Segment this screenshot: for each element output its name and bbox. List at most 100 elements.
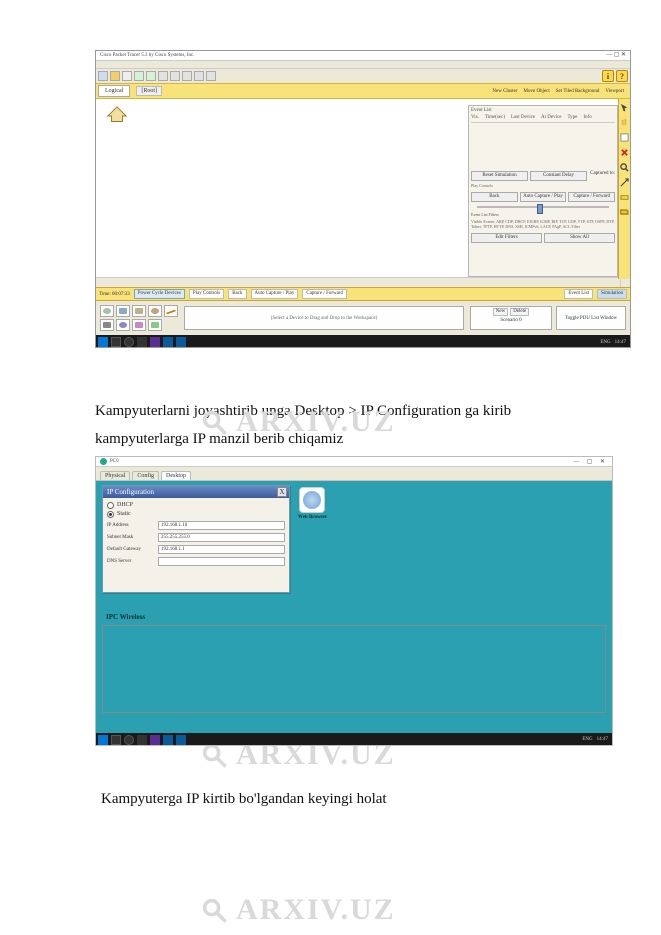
complex-pdu-icon[interactable] [620, 208, 629, 217]
help-button[interactable]: ? [616, 70, 628, 82]
subnet-mask-input[interactable]: 255.255.255.0 [158, 533, 285, 542]
redo-icon[interactable] [182, 71, 192, 81]
capture-forward-button[interactable]: Capture / Forward [568, 192, 615, 202]
tray-time[interactable]: 14:47 [597, 737, 608, 742]
start-button-icon[interactable] [98, 735, 108, 745]
device-list[interactable]: (Select a Device to Drag and Drop to the… [184, 306, 464, 330]
simple-pdu-icon[interactable] [620, 193, 629, 202]
connections-category-icon[interactable] [164, 305, 178, 317]
auto-capture-play-button[interactable]: Auto Capture / Play [520, 192, 567, 202]
navigate-back-icon[interactable] [106, 105, 128, 123]
inspect-tool-icon[interactable] [620, 163, 629, 172]
back-sim-button[interactable]: Back [228, 289, 246, 299]
menubar[interactable] [96, 61, 630, 69]
task-view-icon[interactable] [137, 735, 147, 745]
custom-devices-category-icon[interactable] [132, 319, 146, 331]
new-cluster-button[interactable]: New Cluster [490, 89, 519, 94]
delete-scenario-button[interactable]: Delete [510, 308, 529, 316]
move-object-button[interactable]: Move Object [522, 89, 552, 94]
open-file-icon[interactable] [110, 71, 120, 81]
dhcp-radio[interactable] [107, 502, 114, 509]
root-breadcrumb[interactable]: [Root] [136, 86, 162, 96]
capture-forward-sim-button[interactable]: Capture / Forward [302, 289, 347, 299]
save-file-icon[interactable] [122, 71, 132, 81]
device-palette: (Select a Device to Drag and Drop to the… [96, 301, 630, 335]
new-scenario-button[interactable]: New [493, 308, 508, 316]
edit-filters-button[interactable]: Edit Filters [471, 233, 542, 243]
subnet-mask-label: Subnet Mask [107, 535, 155, 540]
pc-desktop-area: IP Configuration X DHCP Static IP Addres… [96, 481, 612, 733]
end-devices-category-icon[interactable] [100, 319, 114, 331]
app-taskbar-icon[interactable] [150, 735, 160, 745]
edge-taskbar-icon[interactable] [163, 337, 173, 347]
print-icon[interactable] [134, 71, 144, 81]
static-radio[interactable] [107, 511, 114, 518]
play-controls-label: Play Controls [471, 183, 615, 188]
simulation-mode-button[interactable]: Simulation [597, 289, 627, 299]
event-list-title: Event List [471, 108, 615, 113]
new-file-icon[interactable] [98, 71, 108, 81]
ip-config-close-button[interactable]: X [277, 487, 287, 497]
pdu-list-toggle[interactable]: Toggle PDU List Window [556, 306, 626, 330]
tray-lang[interactable]: ENG [582, 737, 592, 742]
reset-simulation-button[interactable]: Reset Simulation [471, 171, 528, 181]
delete-tool-icon[interactable] [620, 148, 629, 157]
tray-time[interactable]: 14:47 [615, 340, 626, 345]
routers-category-icon[interactable] [100, 305, 114, 317]
play-speed-slider[interactable] [477, 206, 609, 208]
wireless-category-icon[interactable] [148, 305, 162, 317]
show-all-button[interactable]: Show All [544, 233, 615, 243]
viewport-button[interactable]: Viewport [603, 89, 626, 94]
watermark-text: ARXIV.UZ [236, 893, 396, 927]
main-toolbar [96, 69, 630, 83]
switches-category-icon[interactable] [116, 305, 130, 317]
back-button[interactable]: Back [471, 192, 518, 202]
constant-delay-checkbox[interactable]: Constant Delay [530, 171, 587, 181]
zoom-out-icon[interactable] [206, 71, 216, 81]
cortana-icon[interactable] [124, 735, 134, 745]
tray-lang[interactable]: ENG [600, 340, 610, 345]
tab-config[interactable]: Config [132, 471, 159, 480]
multiuser-category-icon[interactable] [148, 319, 162, 331]
search-taskbar-icon[interactable] [111, 337, 121, 347]
window-controls[interactable]: — ▢ ✕ [606, 51, 626, 58]
ip-config-window: IP Configuration X DHCP Static IP Addres… [102, 485, 290, 593]
select-tool-icon[interactable] [620, 103, 629, 112]
copy-icon[interactable] [146, 71, 156, 81]
event-list-headers: Vis. Time(sec) Last Device At Device Typ… [471, 115, 615, 123]
explorer-taskbar-icon[interactable] [176, 735, 186, 745]
windows-taskbar: ENG 14:47 [96, 733, 612, 746]
power-cycle-button[interactable]: Power Cycle Devices [134, 289, 185, 299]
dns-server-input[interactable] [158, 557, 285, 566]
body-paragraph-2: Kampyuterga IP kirtib bo'lgandan keyingi… [101, 786, 621, 814]
ipc-wireless-label[interactable]: IPC Wireless [106, 613, 145, 621]
app-taskbar-icon[interactable] [150, 337, 160, 347]
explorer-taskbar-icon[interactable] [176, 337, 186, 347]
note-tool-icon[interactable] [620, 133, 629, 142]
task-view-icon[interactable] [137, 337, 147, 347]
window-controls[interactable]: — ▢ ✕ [573, 458, 608, 465]
cortana-icon[interactable] [124, 337, 134, 347]
web-browser-app[interactable]: Web Browser [298, 487, 327, 520]
resize-tool-icon[interactable] [620, 178, 629, 187]
start-button-icon[interactable] [98, 337, 108, 347]
undo-icon[interactable] [170, 71, 180, 81]
logical-tab[interactable]: Logical [98, 85, 130, 97]
auto-capture-button[interactable]: Auto Capture / Play [251, 289, 299, 299]
hand-tool-icon[interactable] [620, 118, 629, 127]
zoom-in-icon[interactable] [194, 71, 204, 81]
edge-taskbar-icon[interactable] [163, 735, 173, 745]
ip-address-input[interactable]: 192.168.1.10 [158, 521, 285, 530]
tab-desktop[interactable]: Desktop [161, 471, 191, 480]
search-taskbar-icon[interactable] [111, 735, 121, 745]
tab-physical[interactable]: Physical [100, 471, 130, 480]
pc-icon [100, 458, 107, 465]
wan-emulation-category-icon[interactable] [116, 319, 130, 331]
hubs-category-icon[interactable] [132, 305, 146, 317]
paste-icon[interactable] [158, 71, 168, 81]
set-tiled-bg-button[interactable]: Set Tiled Background [554, 89, 602, 94]
default-gateway-input[interactable]: 192.168.1.1 [158, 545, 285, 554]
event-list-toggle[interactable]: Event List [564, 289, 593, 299]
info-button[interactable]: i [602, 70, 614, 82]
horizontal-scrollbar[interactable] [96, 277, 620, 287]
